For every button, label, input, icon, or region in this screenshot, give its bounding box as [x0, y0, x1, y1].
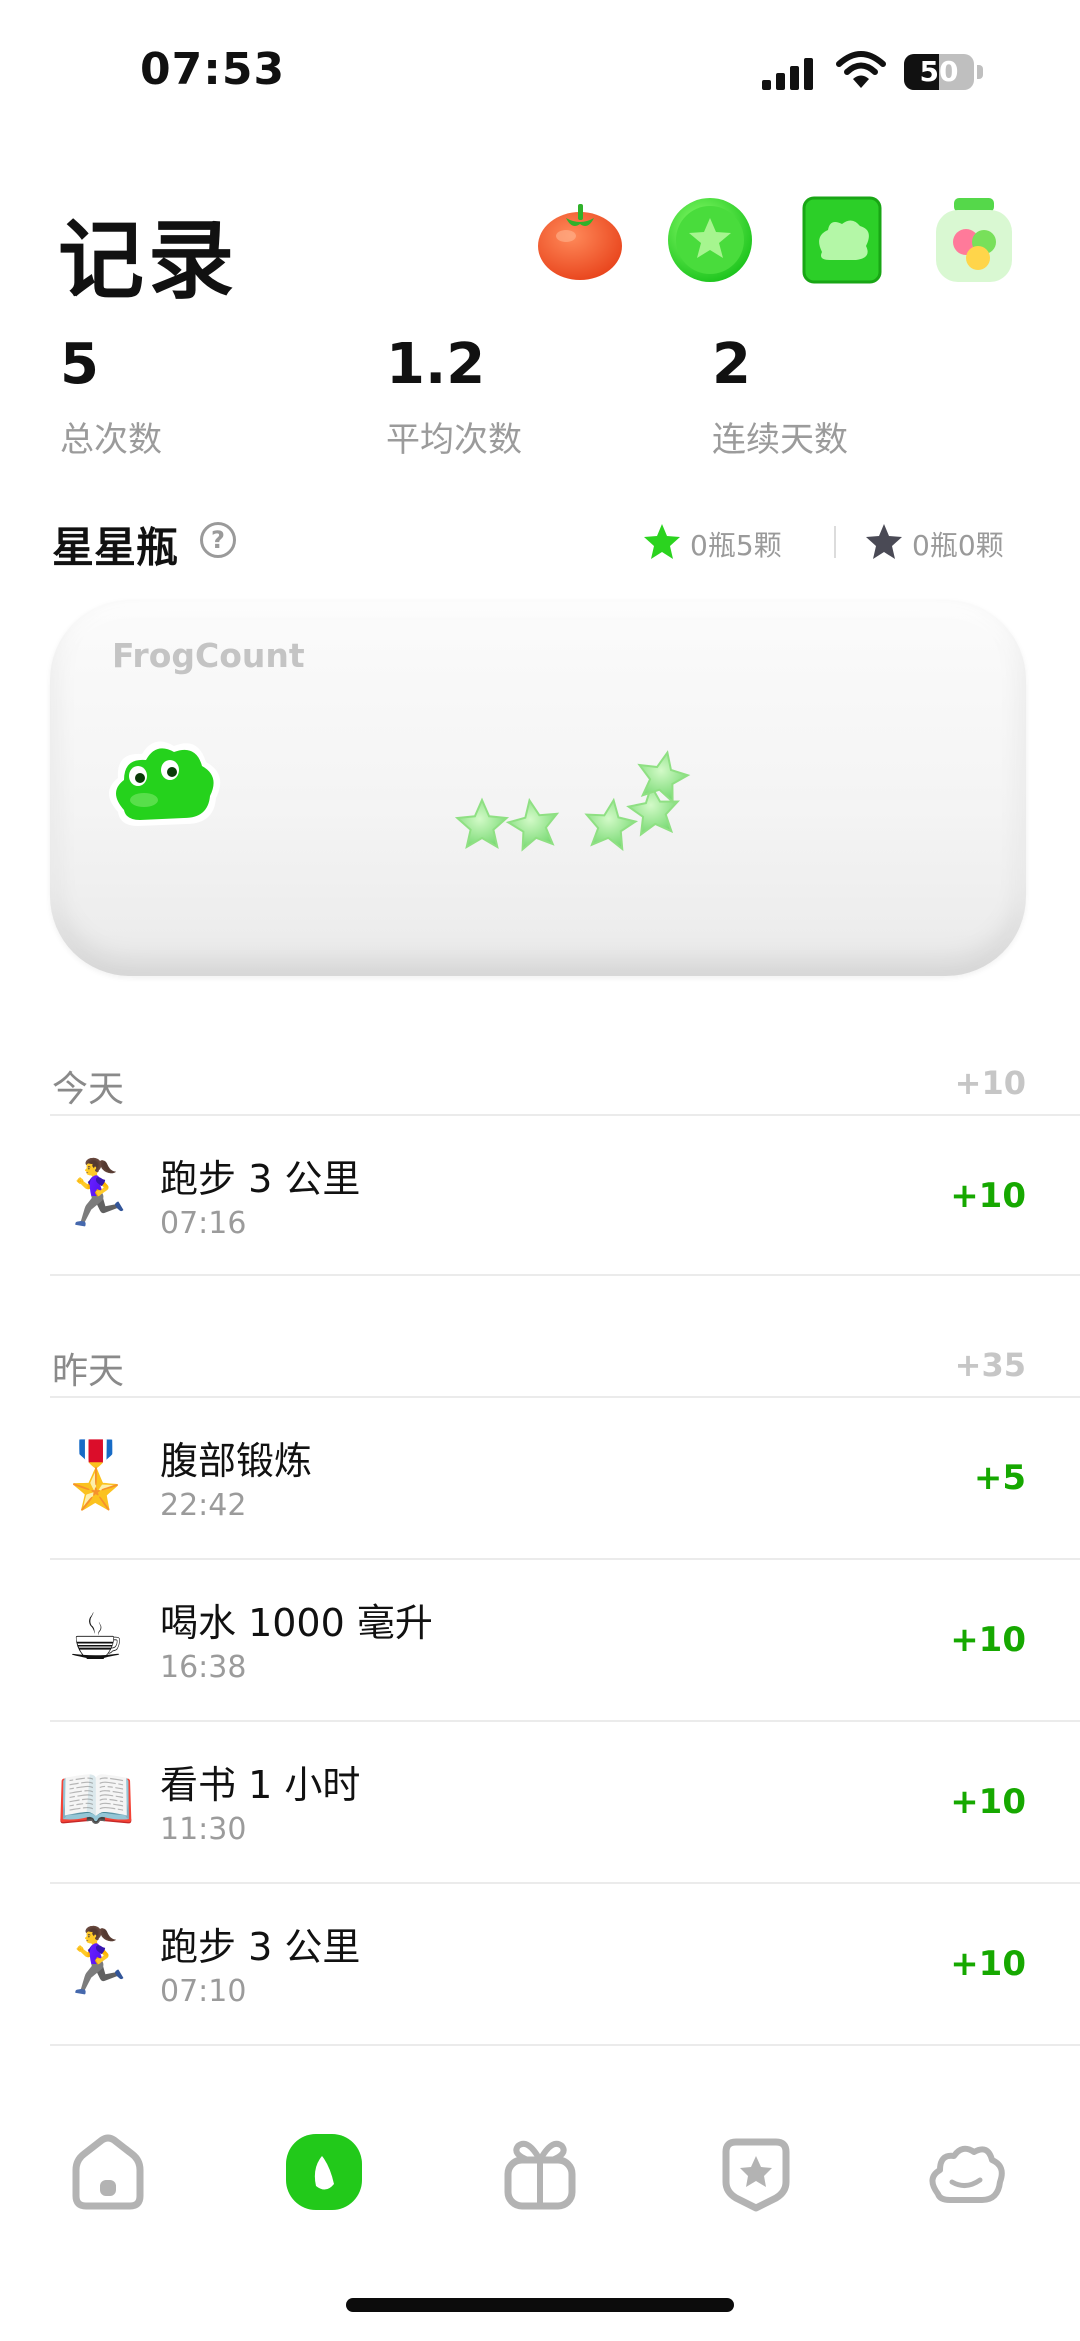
bottle-star-icon — [637, 750, 691, 805]
divider — [50, 2044, 1080, 2046]
divider — [50, 1882, 1080, 1884]
row-time: 16:38 — [160, 1650, 247, 1685]
group-title-today: 今天 — [52, 1069, 125, 1110]
row-points: +10 — [950, 1176, 1026, 1216]
star-badge-icon[interactable] — [714, 2130, 798, 2214]
book-icon: 📖 — [56, 1763, 136, 1837]
stat-average-label: 平均次数 — [386, 420, 522, 460]
frog-card-icon[interactable] — [800, 196, 888, 284]
green-star-count: 0瓶5颗 — [690, 529, 782, 562]
row-points: +10 — [950, 1782, 1026, 1822]
stat-streak-value: 2 — [712, 332, 751, 397]
wifi-icon — [836, 51, 886, 88]
stat-average-value: 1.2 — [386, 332, 486, 397]
row-name[interactable]: 跑步 3 公里 — [160, 1148, 360, 1203]
row-points: +10 — [950, 1620, 1026, 1660]
row-name[interactable]: 跑步 3 公里 — [160, 1916, 360, 1971]
battery-icon: 50 — [904, 54, 984, 90]
medal-icon: 🎖️ — [56, 1439, 136, 1513]
divider — [50, 1114, 1080, 1116]
divider — [50, 1274, 1080, 1276]
candy-jar-icon[interactable] — [930, 196, 1018, 284]
divider — [50, 1396, 1080, 1398]
dark-star-count: 0瓶0颗 — [912, 529, 1004, 562]
dark-star-icon — [866, 524, 902, 559]
green-star-icon — [644, 524, 680, 559]
tomato-icon[interactable] — [536, 196, 624, 284]
bottle-star-icon — [584, 797, 639, 852]
bottle-star-icon — [454, 797, 510, 850]
row-time: 07:16 — [160, 1206, 247, 1241]
gift-icon[interactable] — [498, 2130, 582, 2214]
row-name[interactable]: 腹部锻炼 — [160, 1430, 312, 1485]
home-indicator — [346, 2298, 734, 2312]
help-icon[interactable]: ? — [200, 522, 236, 558]
row-name[interactable]: 看书 1 小时 — [160, 1754, 360, 1809]
status-time: 07:53 — [140, 44, 286, 95]
star-ball-icon[interactable] — [666, 196, 754, 284]
group-total-yesterday: +35 — [954, 1346, 1026, 1384]
frog-icon[interactable] — [924, 2130, 1008, 2214]
row-points: +10 — [950, 1944, 1026, 1984]
page-title: 记录 — [58, 211, 238, 311]
row-name[interactable]: 喝水 1000 毫升 — [160, 1592, 433, 1647]
bottle-stars — [454, 750, 691, 852]
row-time: 07:10 — [160, 1974, 247, 2009]
row-points: +5 — [973, 1458, 1026, 1498]
star-bottle-title: 星星瓶 — [52, 523, 179, 572]
cellular-signal-icon — [762, 58, 813, 90]
divider — [50, 1558, 1080, 1560]
count-divider — [834, 526, 836, 558]
row-time: 22:42 — [160, 1488, 247, 1523]
leaf-icon[interactable] — [282, 2130, 366, 2214]
battery-percent: 50 — [919, 55, 959, 88]
group-total-today: +10 — [954, 1064, 1026, 1102]
group-title-yesterday: 昨天 — [52, 1351, 125, 1392]
row-time: 11:30 — [160, 1812, 247, 1847]
runner-icon: 🏃‍♀️ — [56, 1157, 136, 1231]
bottle-star-icon — [505, 797, 560, 852]
stat-total-value: 5 — [60, 332, 99, 397]
runner-icon: 🏃‍♀️ — [56, 1925, 136, 1999]
home-icon[interactable] — [66, 2130, 150, 2214]
stat-total-label: 总次数 — [60, 420, 162, 460]
coffee-icon: ☕ — [67, 1601, 125, 1675]
divider — [50, 1720, 1080, 1722]
stat-streak-label: 连续天数 — [712, 420, 848, 460]
